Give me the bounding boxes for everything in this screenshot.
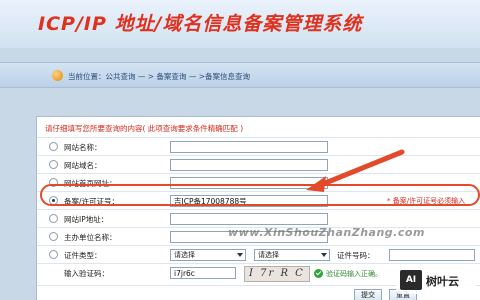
- pointer-arrow-icon: [306, 149, 405, 192]
- brand-badge: AI 树叶云: [396, 266, 476, 294]
- watermark: www.XinShouZhanZhang.com: [228, 226, 425, 239]
- brand-logo: AI: [400, 270, 422, 290]
- brand-name: 树叶云: [426, 275, 459, 288]
